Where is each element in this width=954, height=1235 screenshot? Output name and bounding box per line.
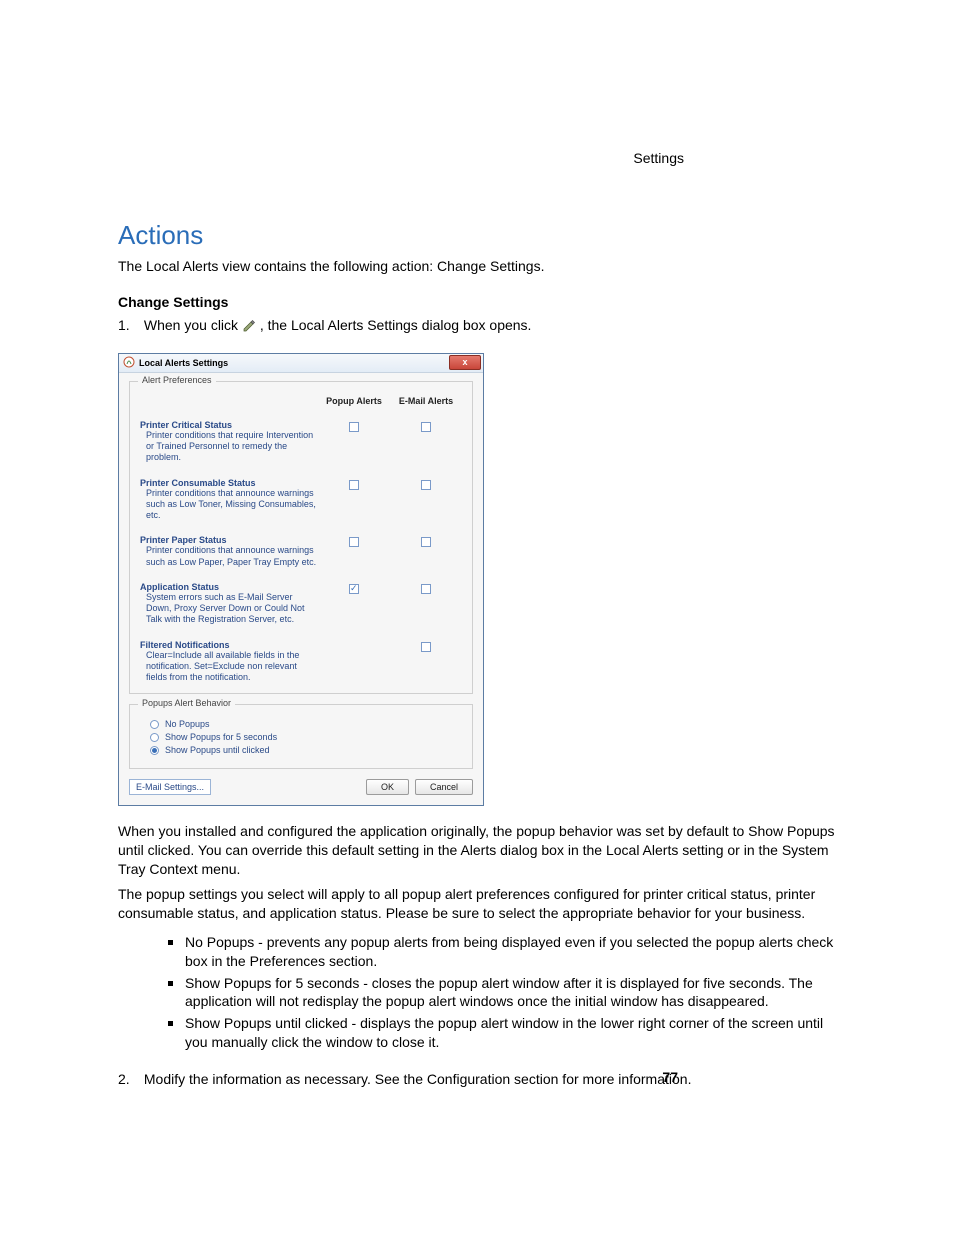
step-2-number: 2. bbox=[118, 1070, 140, 1089]
page-section-label: Settings bbox=[633, 150, 684, 166]
list-item: Show Popups for 5 seconds - closes the p… bbox=[168, 974, 836, 1012]
pref-label: Application StatusSystem errors such as … bbox=[140, 582, 318, 626]
list-item-text: Show Popups until clicked - displays the… bbox=[185, 1014, 836, 1052]
radio-icon bbox=[150, 746, 159, 755]
popup-alerts-checkbox[interactable] bbox=[349, 584, 359, 594]
section-title: Actions bbox=[118, 220, 836, 251]
pref-label: Printer Paper StatusPrinter conditions t… bbox=[140, 535, 318, 568]
bullet-icon bbox=[168, 981, 173, 986]
popup-alerts-checkbox[interactable] bbox=[349, 537, 359, 547]
intro-text: The Local Alerts view contains the follo… bbox=[118, 257, 836, 276]
pref-title: Filtered Notifications bbox=[140, 640, 318, 650]
page-number: 77 bbox=[662, 1069, 678, 1085]
email-alerts-checkbox[interactable] bbox=[421, 642, 431, 652]
popup-behavior-option[interactable]: Show Popups until clicked bbox=[150, 745, 462, 755]
email-alerts-checkbox[interactable] bbox=[421, 480, 431, 490]
popups-alert-behavior-legend: Popups Alert Behavior bbox=[138, 698, 235, 708]
list-item-text: Show Popups for 5 seconds - closes the p… bbox=[185, 974, 836, 1012]
alert-preferences-legend: Alert Preferences bbox=[138, 375, 216, 385]
email-alerts-checkbox[interactable] bbox=[421, 537, 431, 547]
step-1: 1. When you click , the Local Alerts Set… bbox=[118, 316, 836, 337]
paragraph-installed: When you installed and configured the ap… bbox=[118, 822, 836, 879]
bullet-icon bbox=[168, 1021, 173, 1026]
radio-label: Show Popups until clicked bbox=[165, 745, 270, 755]
pref-title: Application Status bbox=[140, 582, 318, 592]
dialog-title: Local Alerts Settings bbox=[139, 358, 228, 368]
pref-row: Printer Consumable StatusPrinter conditi… bbox=[140, 478, 462, 522]
pref-label: Printer Critical StatusPrinter condition… bbox=[140, 420, 318, 464]
popup-behavior-option[interactable]: Show Popups for 5 seconds bbox=[150, 732, 462, 742]
paragraph-popup: The popup settings you select will apply… bbox=[118, 885, 836, 923]
pref-row: Filtered NotificationsClear=Include all … bbox=[140, 640, 462, 684]
pref-label: Printer Consumable StatusPrinter conditi… bbox=[140, 478, 318, 522]
radio-icon bbox=[150, 733, 159, 742]
change-settings-heading: Change Settings bbox=[118, 294, 836, 310]
email-alerts-checkbox[interactable] bbox=[421, 422, 431, 432]
pref-title: Printer Critical Status bbox=[140, 420, 318, 430]
list-item: Show Popups until clicked - displays the… bbox=[168, 1014, 836, 1052]
radio-icon bbox=[150, 720, 159, 729]
alert-preferences-group: Alert Preferences Popup Alerts E-Mail Al… bbox=[129, 381, 473, 695]
pref-row: Printer Critical StatusPrinter condition… bbox=[140, 420, 462, 464]
list-item-text: No Popups - prevents any popup alerts fr… bbox=[185, 933, 836, 971]
radio-label: No Popups bbox=[165, 719, 210, 729]
bullet-icon bbox=[168, 940, 173, 945]
popup-alerts-checkbox[interactable] bbox=[349, 480, 359, 490]
edit-icon bbox=[242, 318, 256, 337]
pref-desc: Printer conditions that announce warning… bbox=[140, 488, 318, 522]
pref-desc: Printer conditions that announce warning… bbox=[140, 545, 318, 568]
email-alerts-checkbox[interactable] bbox=[421, 584, 431, 594]
pref-title: Printer Paper Status bbox=[140, 535, 318, 545]
popups-alert-behavior-group: Popups Alert Behavior No PopupsShow Popu… bbox=[129, 704, 473, 769]
popup-alerts-checkbox[interactable] bbox=[349, 422, 359, 432]
popup-behavior-option[interactable]: No Popups bbox=[150, 719, 462, 729]
step-2-text: Modify the information as necessary. See… bbox=[144, 1071, 692, 1087]
pref-desc: Clear=Include all available fields in th… bbox=[140, 650, 318, 684]
ok-button[interactable]: OK bbox=[366, 779, 409, 795]
step-2: 2. Modify the information as necessary. … bbox=[118, 1070, 836, 1089]
dialog-titlebar: Local Alerts Settings x bbox=[119, 354, 483, 373]
cancel-button[interactable]: Cancel bbox=[415, 779, 473, 795]
step-1-number: 1. bbox=[118, 316, 140, 335]
step-1-prefix: When you click bbox=[144, 317, 238, 333]
list-item: No Popups - prevents any popup alerts fr… bbox=[168, 933, 836, 971]
pref-title: Printer Consumable Status bbox=[140, 478, 318, 488]
local-alerts-settings-dialog: Local Alerts Settings x Alert Preference… bbox=[118, 353, 484, 807]
step-1-suffix: , the Local Alerts Settings dialog box o… bbox=[260, 317, 532, 333]
pref-label: Filtered NotificationsClear=Include all … bbox=[140, 640, 318, 684]
email-settings-button[interactable]: E-Mail Settings... bbox=[129, 779, 211, 795]
pref-desc: Printer conditions that require Interven… bbox=[140, 430, 318, 464]
column-popup-alerts: Popup Alerts bbox=[318, 396, 390, 406]
pref-row: Printer Paper StatusPrinter conditions t… bbox=[140, 535, 462, 568]
pref-desc: System errors such as E-Mail Server Down… bbox=[140, 592, 318, 626]
column-email-alerts: E-Mail Alerts bbox=[390, 396, 462, 406]
radio-label: Show Popups for 5 seconds bbox=[165, 732, 277, 742]
close-button[interactable]: x bbox=[449, 355, 481, 370]
pref-row: Application StatusSystem errors such as … bbox=[140, 582, 462, 626]
app-icon bbox=[123, 356, 135, 370]
